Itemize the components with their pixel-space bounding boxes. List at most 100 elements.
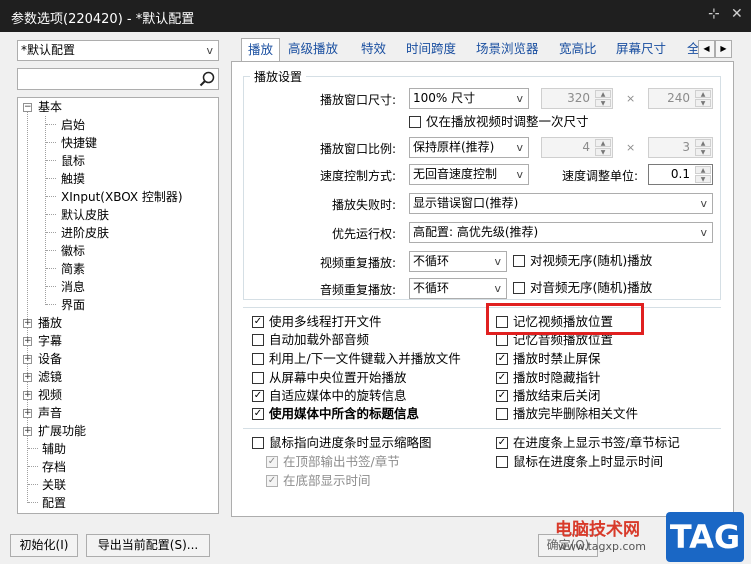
expand-icon[interactable]: + bbox=[23, 427, 32, 436]
search-input[interactable] bbox=[17, 68, 219, 90]
tree-item[interactable]: 存档 bbox=[42, 458, 66, 476]
tree-item[interactable]: 默认皮肤 bbox=[61, 206, 109, 224]
checkbox-box[interactable] bbox=[496, 408, 508, 420]
tab-playback[interactable]: 播放 bbox=[241, 38, 281, 62]
priority-select[interactable]: 高配置: 高优先级(推荐) v bbox=[409, 222, 713, 243]
down-arrow-icon[interactable]: ▼ bbox=[695, 148, 711, 156]
bottom-time-checkbox[interactable]: ✓ 在底部显示时间 bbox=[266, 473, 371, 489]
pin-icon[interactable]: ⊹ bbox=[708, 6, 720, 22]
checkbox-box[interactable] bbox=[409, 116, 421, 128]
only-once-checkbox[interactable]: 仅在播放视频时调整一次尺寸 bbox=[409, 114, 589, 130]
down-arrow-icon[interactable]: ▼ bbox=[595, 148, 611, 156]
show-marks-checkbox[interactable]: ✓ 在进度条上显示书签/章节标记 bbox=[496, 435, 680, 451]
up-arrow-icon[interactable]: ▲ bbox=[695, 139, 711, 147]
up-arrow-icon[interactable]: ▲ bbox=[695, 90, 711, 98]
audio-shuffle-checkbox[interactable]: 对音频无序(随机)播放 bbox=[513, 280, 652, 296]
tree-item-subtitle[interactable]: 字幕 bbox=[38, 332, 62, 350]
reset-button[interactable]: 初始化(I) bbox=[10, 534, 78, 557]
profile-select[interactable]: *默认配置 v bbox=[17, 40, 219, 61]
spinner-buttons[interactable]: ▲ ▼ bbox=[695, 139, 711, 156]
tab-advanced-playback[interactable]: 高级播放 bbox=[282, 38, 344, 61]
checkbox-box[interactable] bbox=[252, 437, 264, 449]
audio-repeat-select[interactable]: 不循环 v bbox=[409, 278, 507, 299]
check-icon[interactable]: ✓ bbox=[496, 353, 508, 365]
expand-icon[interactable]: + bbox=[23, 319, 32, 328]
search-icon[interactable] bbox=[198, 70, 216, 88]
center-start-checkbox[interactable]: 从屏幕中央位置开始播放 bbox=[252, 370, 407, 386]
hide-pointer-checkbox[interactable]: ✓ 播放时隐藏指针 bbox=[496, 370, 601, 386]
down-arrow-icon[interactable]: ▼ bbox=[695, 99, 711, 107]
multithread-open-checkbox[interactable]: ✓ 使用多线程打开文件 bbox=[252, 314, 382, 330]
spinner-buttons[interactable]: ▲ ▼ bbox=[695, 166, 711, 183]
video-repeat-select[interactable]: 不循环 v bbox=[409, 251, 507, 272]
rotation-info-checkbox[interactable]: ✓ 自适应媒体中的旋转信息 bbox=[252, 388, 407, 404]
tree-item-playback[interactable]: 播放 bbox=[38, 314, 62, 332]
tree-item[interactable]: 消息 bbox=[61, 278, 85, 296]
checkbox-box[interactable] bbox=[252, 334, 264, 346]
tree-item[interactable]: 徽标 bbox=[61, 242, 85, 260]
spinner-buttons[interactable]: ▲ ▼ bbox=[695, 90, 711, 107]
tree-item-device[interactable]: 设备 bbox=[38, 350, 62, 368]
down-arrow-icon[interactable]: ▼ bbox=[695, 175, 711, 183]
check-icon[interactable]: ✓ bbox=[496, 437, 508, 449]
window-height-spinner[interactable]: 240 ▲ ▼ bbox=[648, 88, 713, 109]
expand-icon[interactable]: + bbox=[23, 337, 32, 346]
tree-item[interactable]: 鼠标 bbox=[61, 152, 85, 170]
tree-item[interactable]: 进阶皮肤 bbox=[61, 224, 109, 242]
tree-item-extensions[interactable]: 扩展功能 bbox=[38, 422, 86, 440]
spinner-buttons[interactable]: ▲ ▼ bbox=[595, 90, 611, 107]
video-shuffle-checkbox[interactable]: 对视频无序(随机)播放 bbox=[513, 253, 652, 269]
aspect-select[interactable]: 保持原样(推荐) v bbox=[409, 137, 529, 158]
spinner-buttons[interactable]: ▲ ▼ bbox=[595, 139, 611, 156]
auto-load-audio-checkbox[interactable]: 自动加载外部音频 bbox=[252, 332, 369, 348]
speed-unit-spinner[interactable]: 0.1 ▲ ▼ bbox=[648, 164, 713, 185]
thumbnail-checkbox[interactable]: 鼠标指向进度条时显示缩略图 bbox=[252, 435, 432, 451]
fail-action-select[interactable]: 显示错误窗口(推荐) v bbox=[409, 193, 713, 214]
media-title-checkbox[interactable]: ✓ 使用媒体中所含的标题信息 bbox=[252, 406, 419, 422]
tree-item-filter[interactable]: 滤镜 bbox=[38, 368, 62, 386]
next-file-key-checkbox[interactable]: 利用上/下一文件键载入并播放文件 bbox=[252, 351, 461, 367]
close-icon[interactable]: ✕ bbox=[731, 6, 743, 22]
expand-icon[interactable]: + bbox=[23, 409, 32, 418]
tree-item[interactable]: 触摸 bbox=[61, 170, 85, 188]
hover-time-checkbox[interactable]: 鼠标在进度条上时显示时间 bbox=[496, 454, 663, 470]
collapse-icon[interactable]: − bbox=[23, 103, 32, 112]
checkbox-box[interactable] bbox=[513, 255, 525, 267]
check-icon[interactable]: ✓ bbox=[252, 408, 264, 420]
tree-item[interactable]: 启始 bbox=[61, 116, 85, 134]
tab-effects[interactable]: 特效 bbox=[355, 38, 392, 61]
window-width-spinner[interactable]: 320 ▲ ▼ bbox=[541, 88, 613, 109]
tab-screen-size[interactable]: 屏幕尺寸 bbox=[610, 38, 672, 61]
delete-after-play-checkbox[interactable]: 播放完毕删除相关文件 bbox=[496, 406, 638, 422]
check-icon[interactable]: ✓ bbox=[496, 372, 508, 384]
tree-item[interactable]: XInput(XBOX 控制器) bbox=[61, 188, 183, 206]
window-size-select[interactable]: 100% 尺寸 v bbox=[409, 88, 529, 109]
speed-mode-select[interactable]: 无回音速度控制 v bbox=[409, 164, 529, 185]
checkbox-box[interactable] bbox=[252, 353, 264, 365]
checkbox-box[interactable] bbox=[513, 282, 525, 294]
tree-item-audio[interactable]: 声音 bbox=[38, 404, 62, 422]
check-icon[interactable]: ✓ bbox=[252, 390, 264, 402]
arrow-left-icon[interactable]: ◀ bbox=[698, 40, 715, 58]
arrow-right-icon[interactable]: ▶ bbox=[715, 40, 732, 58]
tree-item[interactable]: 辅助 bbox=[42, 440, 66, 458]
aspect-width-spinner[interactable]: 4 ▲ ▼ bbox=[541, 137, 613, 158]
disable-screensaver-checkbox[interactable]: ✓ 播放时禁止屏保 bbox=[496, 351, 601, 367]
up-arrow-icon[interactable]: ▲ bbox=[595, 139, 611, 147]
tree-item[interactable]: 快捷键 bbox=[61, 134, 97, 152]
tree-item[interactable]: 关联 bbox=[42, 476, 66, 494]
check-icon[interactable]: ✓ bbox=[266, 456, 278, 468]
aspect-height-spinner[interactable]: 3 ▲ ▼ bbox=[648, 137, 713, 158]
check-icon[interactable]: ✓ bbox=[252, 316, 264, 328]
tab-scene-browser[interactable]: 场景浏览器 bbox=[470, 38, 545, 61]
expand-icon[interactable]: + bbox=[23, 355, 32, 364]
up-arrow-icon[interactable]: ▲ bbox=[695, 166, 711, 174]
settings-tree[interactable]: − 基本 启始 快捷键 鼠标 触摸 XInput(XBOX 控制器) 默认皮肤 … bbox=[17, 97, 219, 514]
tree-item[interactable]: 界面 bbox=[61, 296, 85, 314]
expand-icon[interactable]: + bbox=[23, 391, 32, 400]
checkbox-box[interactable] bbox=[496, 456, 508, 468]
check-icon[interactable]: ✓ bbox=[496, 390, 508, 402]
top-bookmark-checkbox[interactable]: ✓ 在顶部输出书签/章节 bbox=[266, 454, 400, 470]
close-after-play-checkbox[interactable]: ✓ 播放结束后关闭 bbox=[496, 388, 601, 404]
tab-time-span[interactable]: 时间跨度 bbox=[400, 38, 462, 61]
